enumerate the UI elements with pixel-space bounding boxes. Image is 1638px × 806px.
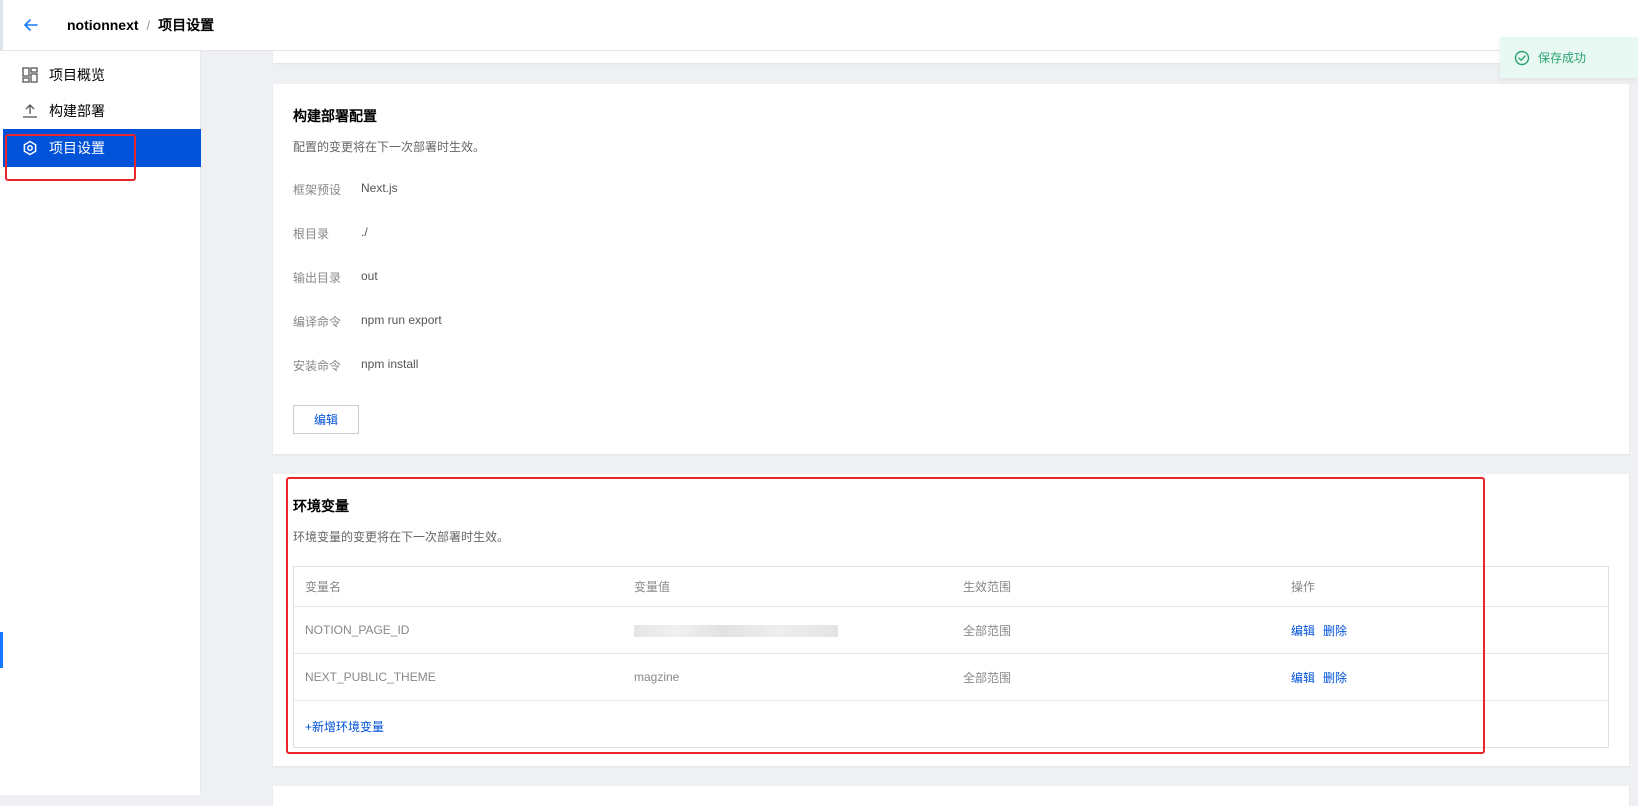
env-var-value-masked <box>634 623 838 637</box>
sidebar-item-label: 构建部署 <box>49 103 105 119</box>
config-value: out <box>361 269 378 283</box>
config-label: 编译命令 <box>293 315 342 329</box>
config-value: ./ <box>361 225 368 239</box>
top-bar: notionnext / 项目设置 <box>0 0 1638 51</box>
env-vars-table: 变量名 变量值 生效范围 操作 NOTION_PAGE_ID 全部范围 编辑 删除… <box>293 566 1609 748</box>
env-var-scope: 全部范围 <box>963 623 1012 638</box>
env-var-value: magzine <box>634 670 680 684</box>
config-row-output-dir: 输出目录 out <box>293 269 378 286</box>
delete-env-var-link[interactable]: 删除 <box>1323 671 1347 685</box>
config-label: 安装命令 <box>293 359 342 373</box>
add-env-var-link[interactable]: +新增环境变量 <box>305 718 384 735</box>
env-vars-description: 环境变量的变更将在下一次部署时生效。 <box>293 530 510 544</box>
breadcrumb-current: 项目设置 <box>158 17 215 33</box>
breadcrumb-separator: / <box>146 17 151 33</box>
table-row: NOTION_PAGE_ID 全部范围 编辑 删除 <box>294 607 1608 654</box>
edit-build-config-button[interactable]: 编辑 <box>293 405 359 434</box>
delete-env-var-link[interactable]: 删除 <box>1323 624 1347 638</box>
edit-env-var-link[interactable]: 编辑 <box>1291 624 1315 638</box>
build-config-title: 构建部署配置 <box>293 108 377 124</box>
table-row: NEXT_PUBLIC_THEME magzine 全部范围 编辑 删除 <box>294 654 1608 701</box>
check-circle-icon <box>1514 50 1530 66</box>
config-label: 根目录 <box>293 227 330 241</box>
table-header-row: 变量名 变量值 生效范围 操作 <box>294 567 1608 607</box>
env-vars-title: 环境变量 <box>293 498 349 514</box>
upload-icon <box>21 102 39 120</box>
env-var-name: NOTION_PAGE_ID <box>305 623 410 637</box>
sidebar-item-label: 项目设置 <box>49 140 105 156</box>
config-value: Next.js <box>361 181 398 195</box>
column-header-name: 变量名 <box>305 580 342 594</box>
build-config-description: 配置的变更将在下一次部署时生效。 <box>293 140 486 154</box>
edit-env-var-link[interactable]: 编辑 <box>1291 671 1315 685</box>
config-row-install-command: 安装命令 npm install <box>293 357 418 374</box>
next-card <box>273 786 1629 806</box>
config-value: npm install <box>361 357 419 371</box>
sidebar-item-label: 项目概览 <box>49 67 105 83</box>
masked-value-bar <box>634 624 838 637</box>
env-vars-card: 环境变量 环境变量的变更将在下一次部署时生效。 变量名 变量值 生效范围 操作 … <box>273 474 1629 766</box>
left-edge-marker <box>0 632 3 668</box>
column-header-value: 变量值 <box>634 580 671 594</box>
arrow-left-icon[interactable] <box>23 17 39 33</box>
sidebar-item-overview[interactable]: 项目概览 <box>3 56 201 94</box>
row-actions: 编辑 删除 <box>1291 669 1355 686</box>
config-row-build-command: 编译命令 npm run export <box>293 313 442 330</box>
breadcrumb-project[interactable]: notionnext <box>67 17 139 33</box>
column-header-actions: 操作 <box>1291 580 1316 594</box>
env-var-name: NEXT_PUBLIC_THEME <box>305 670 436 684</box>
dashboard-icon <box>21 66 39 84</box>
config-label: 输出目录 <box>293 271 342 285</box>
config-label: 框架预设 <box>293 183 342 197</box>
success-toast: 保存成功 <box>1500 37 1638 78</box>
config-row-root-dir: 根目录 ./ <box>293 225 368 242</box>
previous-card <box>273 51 1629 63</box>
row-actions: 编辑 删除 <box>1291 622 1355 639</box>
build-config-card: 构建部署配置 配置的变更将在下一次部署时生效。 框架预设 Next.js 根目录… <box>273 84 1629 454</box>
column-header-scope: 生效范围 <box>963 580 1012 594</box>
config-row-framework: 框架预设 Next.js <box>293 181 398 198</box>
sidebar-item-deploy[interactable]: 构建部署 <box>3 92 201 130</box>
env-var-scope: 全部范围 <box>963 670 1012 685</box>
sidebar-item-settings[interactable]: 项目设置 <box>3 129 201 167</box>
toast-message: 保存成功 <box>1538 51 1587 65</box>
settings-icon <box>21 139 39 157</box>
config-value: npm run export <box>361 313 442 327</box>
sidebar: 项目概览 构建部署 项目设置 <box>0 51 201 795</box>
